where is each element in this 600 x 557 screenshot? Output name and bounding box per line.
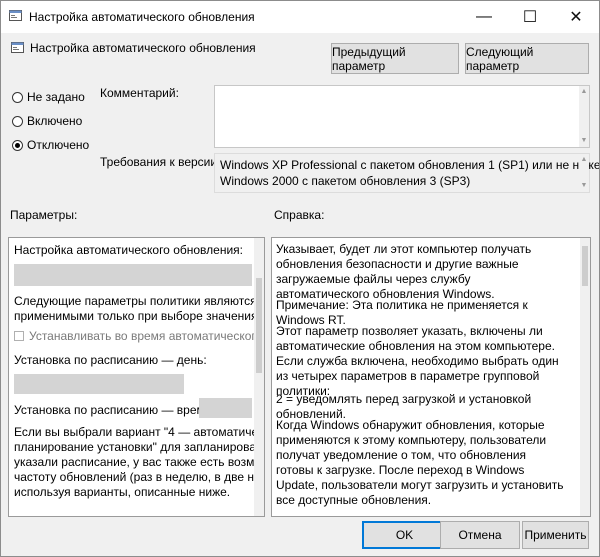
radio-label: Не задано (27, 90, 85, 104)
policy-settings-icon (9, 10, 22, 21)
scroll-thumb[interactable] (256, 278, 262, 373)
comment-field[interactable]: ▲ ▼ (214, 85, 590, 148)
install-during-maintenance-checkbox[interactable]: Устанавливать во время автоматического о… (14, 329, 264, 344)
previous-setting-button[interactable]: Предыдущий параметр (331, 43, 459, 74)
requirements-line-1: Windows XP Professional с пакетом обновл… (220, 158, 600, 172)
requirements-label: Требования к версии: (100, 155, 221, 169)
checkbox-label: Устанавливать во время автоматического о… (29, 329, 264, 343)
scroll-thumb[interactable] (582, 246, 588, 286)
params-title: Настройка автоматического обновления: (14, 243, 243, 257)
maximize-button[interactable]: ☐ (507, 1, 553, 33)
radio-button[interactable] (12, 139, 23, 151)
scroll-up-icon[interactable]: ▲ (579, 87, 589, 97)
params-dropdown[interactable] (14, 264, 252, 286)
help-section-label: Справка: (274, 208, 325, 222)
scroll-down-icon[interactable]: ▼ (579, 181, 589, 191)
cancel-button[interactable]: Отмена (440, 521, 520, 549)
requirements-scrollbar[interactable]: ▲ ▼ (579, 154, 589, 192)
radio-label: Включено (27, 114, 83, 128)
help-paragraph-3: Этот параметр позволяет указать, включен… (276, 324, 559, 398)
params-panel[interactable]: Настройка автоматического обновления: Сл… (8, 237, 265, 517)
params-scrollbar[interactable] (254, 238, 264, 516)
comment-label: Комментарий: (100, 86, 179, 100)
minimize-button[interactable]: — (461, 1, 507, 33)
policy-dialog-window: Настройка автоматического обновления — ☐… (0, 0, 600, 557)
help-panel[interactable]: Указывает, будет ли этот компьютер получ… (271, 237, 591, 517)
help-paragraph-5: Когда Windows обнаружит обновления, кото… (276, 418, 564, 507)
params-section-label: Параметры: (10, 208, 78, 222)
params-text-line-2: применимыми только при выборе значения 4… (14, 309, 265, 323)
title-bar[interactable]: Настройка автоматического обновления — ☐… (1, 1, 599, 33)
apply-button[interactable]: Применить (522, 521, 589, 549)
policy-title: Настройка автоматического обновления (30, 41, 256, 55)
params-paragraph-line-4: частоту обновлений (раз в неделю, в две … (14, 470, 264, 484)
help-paragraph-1: Указывает, будет ли этот компьютер получ… (276, 242, 532, 301)
requirements-line-2: Windows 2000 с пакетом обновления 3 (SP3… (220, 174, 471, 188)
scroll-up-icon[interactable]: ▲ (579, 155, 589, 165)
radio-disabled[interactable]: Отключено (12, 138, 89, 152)
close-button[interactable]: ✕ (553, 1, 599, 33)
schedule-time-dropdown[interactable] (199, 398, 252, 418)
policy-settings-icon (11, 42, 24, 53)
schedule-day-label: Установка по расписанию — день: (14, 353, 207, 367)
ok-button[interactable]: OK (362, 521, 447, 549)
help-scrollbar[interactable] (580, 238, 590, 516)
radio-not-configured[interactable]: Не задано (12, 90, 85, 104)
params-paragraph-line-5: используя варианты, описанные ниже. (14, 485, 231, 499)
window-title: Настройка автоматического обновления (29, 10, 255, 24)
next-setting-button[interactable]: Следующий параметр (465, 43, 589, 74)
params-text-line-1: Следующие параметры политики являются об… (14, 294, 265, 308)
params-paragraph-line-1: Если вы выбрали вариант "4 — автоматичес… (14, 425, 265, 439)
schedule-day-dropdown[interactable] (14, 374, 184, 394)
checkbox-box[interactable] (14, 331, 24, 341)
radio-button[interactable] (12, 91, 23, 103)
params-paragraph-line-3: указали расписание, у вас также есть воз… (14, 455, 264, 469)
scroll-down-icon[interactable]: ▼ (579, 136, 589, 146)
requirements-field: Windows XP Professional с пакетом обновл… (214, 153, 599, 193)
radio-enabled[interactable]: Включено (12, 114, 82, 128)
radio-button[interactable] (12, 115, 23, 127)
comment-scrollbar[interactable]: ▲ ▼ (579, 86, 589, 147)
params-paragraph-line-2: планирование установки" для запланирован… (14, 440, 265, 454)
radio-label: Отключено (27, 138, 90, 152)
schedule-time-label: Установка по расписанию — время: (14, 403, 215, 417)
